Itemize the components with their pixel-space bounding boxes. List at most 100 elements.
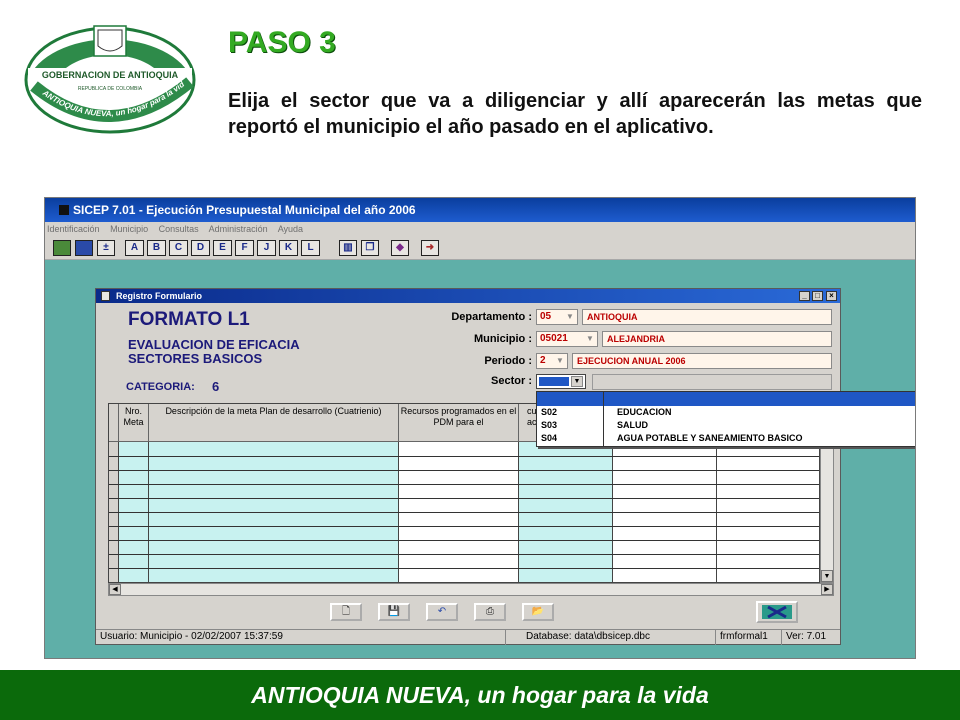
footer-banner: ANTIOQUIA NUEVA, un hogar para la vida (0, 670, 960, 720)
status-user: Usuario: Municipio - 02/02/2007 15:37:59 (96, 630, 506, 645)
toolbar-book-icon[interactable]: ▥ (339, 240, 357, 256)
sector-option-s03[interactable]: S03 SALUD (537, 419, 915, 432)
table-row (109, 470, 819, 471)
departamento-name: ANTIOQUIA (582, 309, 832, 325)
menu-administracion[interactable]: Administración (209, 224, 268, 234)
option-name: AGUA POTABLE Y SANEAMIENTO BASICO (617, 433, 803, 443)
row-header-corner (109, 404, 119, 442)
print-button[interactable]: ⎙ (474, 603, 506, 621)
exit-x-icon (762, 605, 792, 619)
departamento-code-select[interactable]: 05 ▼ (536, 309, 578, 325)
instruction-text: Elija el sector que va a diligenciar y a… (228, 90, 922, 138)
new-record-button[interactable]: 🗋 (330, 603, 362, 621)
departamento-label: Departamento : (451, 311, 532, 323)
toolbar-letter-a[interactable]: A (125, 240, 144, 256)
format-subtitle-1: EVALUACION DE EFICACIA (128, 337, 300, 352)
toolbar-letter-k[interactable]: K (279, 240, 298, 256)
toolbar-plus-minus-icon[interactable]: ± (97, 240, 115, 256)
menu-ayuda[interactable]: Ayuda (278, 224, 303, 234)
logo-name: GOBERNACION DE ANTIOQUIA (42, 70, 179, 80)
toolbar-letter-f[interactable]: F (235, 240, 254, 256)
toolbar-books-icon[interactable]: ◆ (391, 240, 409, 256)
sector-selected-highlight (539, 377, 569, 386)
logo-subtitle: REPUBLICA DE COLOMBIA (78, 86, 143, 92)
periodo-code: 2 (540, 355, 546, 366)
app-title-bar: SICEP 7.01 - Ejecución Presupuestal Muni… (45, 198, 915, 222)
status-database: Database: data\dbsicep.dbc (506, 630, 716, 645)
menu-consultas[interactable]: Consultas (159, 224, 199, 234)
format-subtitle-2: SECTORES BASICOS (128, 351, 263, 366)
status-version: Ver: 7.01 (786, 631, 827, 642)
category-label: CATEGORIA: (126, 381, 195, 393)
dropdown-header (537, 392, 915, 406)
chevron-down-icon[interactable]: ▼ (571, 376, 583, 387)
step-heading: PASO 3 (228, 26, 336, 59)
periodo-label: Periodo : (484, 355, 532, 367)
undo-button[interactable]: ↶ (426, 603, 458, 621)
app-toolbar: ± A B C D E F J K L ▥ ❐ ◆ ➜ (45, 236, 915, 260)
scroll-right-icon[interactable]: ▶ (821, 584, 833, 595)
table-row (109, 568, 819, 569)
table-row (109, 526, 819, 527)
toolbar-letter-l[interactable]: L (301, 240, 320, 256)
periodo-code-select[interactable]: 2 ▼ (536, 353, 568, 369)
minimize-button[interactable]: _ (799, 291, 810, 301)
close-button[interactable]: × (826, 291, 837, 301)
scroll-down-icon[interactable]: ▼ (821, 570, 833, 582)
menu-identificacion[interactable]: Identificación (47, 224, 100, 234)
toolbar-copy-icon[interactable]: ❐ (361, 240, 379, 256)
table-row (109, 456, 819, 457)
toolbar-letter-c[interactable]: C (169, 240, 188, 256)
toolbar-exit-door-icon[interactable]: ➜ (421, 240, 439, 256)
col-header-recursos: Recursos programados en el PDM para el (399, 404, 519, 442)
exit-button[interactable] (756, 601, 798, 623)
municipio-name: ALEJANDRIA (602, 331, 832, 347)
form-window-title: Registro Formulario (116, 291, 203, 301)
sector-option-s02[interactable]: S02 EDUCACION (537, 406, 915, 419)
chevron-down-icon: ▼ (566, 312, 574, 321)
sector-dropdown-list[interactable]: S02 EDUCACION S03 SALUD S04 AGUA POTABLE Y … (536, 391, 915, 447)
option-code: S02 (541, 407, 558, 417)
status-form: frmformal1 (716, 630, 782, 645)
app-menu-bar: Identificación Municipio Consultas Admin… (45, 222, 915, 236)
col-header-descripcion: Descripción de la meta Plan de desarroll… (149, 404, 399, 442)
municipio-code-select[interactable]: 05021 ▼ (536, 331, 598, 347)
periodo-name: EJECUCION ANUAL 2006 (572, 353, 832, 369)
sector-option-s04[interactable]: S04 AGUA POTABLE Y SANEAMIENTO BASICO (537, 432, 915, 445)
table-row (109, 484, 819, 485)
toolbar-letter-e[interactable]: E (213, 240, 232, 256)
scroll-left-icon[interactable]: ◀ (109, 584, 121, 595)
save-button[interactable]: 💾 (378, 603, 410, 621)
menu-municipio[interactable]: Municipio (110, 224, 148, 234)
table-row (109, 512, 819, 513)
horizontal-scrollbar[interactable]: ◀ ▶ (108, 583, 834, 596)
sicep-app-window: SICEP 7.01 - Ejecución Presupuestal Muni… (44, 197, 916, 659)
sector-label: Sector : (491, 375, 532, 387)
sector-name (592, 374, 832, 390)
chevron-down-icon: ▼ (556, 356, 564, 365)
category-value: 6 (212, 379, 220, 394)
status-bar: Usuario: Municipio - 02/02/2007 15:37:59… (96, 629, 840, 645)
maximize-button[interactable]: □ (812, 291, 823, 301)
registro-formulario-window: Registro Formulario _ □ × FORMATO L1 EVA… (95, 288, 915, 645)
municipio-label: Municipio : (473, 333, 532, 345)
open-folder-button[interactable]: 📂 (522, 603, 554, 621)
option-name: SALUD (617, 420, 648, 430)
toolbar-letter-j[interactable]: J (257, 240, 276, 256)
table-row (109, 554, 819, 555)
format-title: FORMATO L1 (128, 309, 250, 330)
toolbar-globe-icon[interactable] (75, 240, 93, 256)
toolbar-letter-b[interactable]: B (147, 240, 166, 256)
departamento-code: 05 (540, 311, 552, 322)
gobernacion-logo: GOBERNACION DE ANTIOQUIA REPUBLICA DE CO… (24, 24, 196, 134)
col-header-nro-meta: Nro. Meta (119, 404, 149, 442)
app-title: SICEP 7.01 - Ejecución Presupuestal Muni… (73, 203, 416, 217)
option-code: S03 (541, 420, 558, 430)
sector-select[interactable]: ▼ (536, 374, 586, 389)
toolbar-open-icon[interactable] (53, 240, 71, 256)
slide: GOBERNACION DE ANTIOQUIA REPUBLICA DE CO… (0, 0, 960, 720)
chevron-down-icon: ▼ (586, 334, 594, 343)
toolbar-letter-d[interactable]: D (191, 240, 210, 256)
option-code: S04 (541, 433, 558, 443)
form-window-title-bar: Registro Formulario _ □ × (96, 289, 840, 303)
